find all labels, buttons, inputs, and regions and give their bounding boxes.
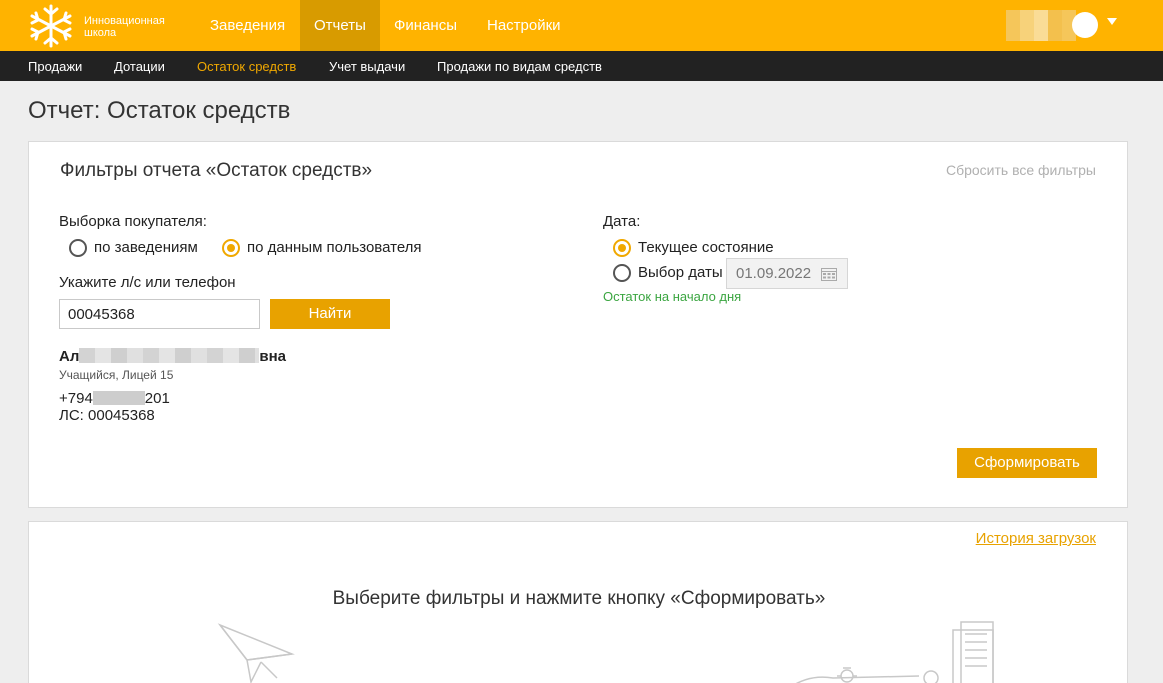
find-button[interactable]: Найти (270, 299, 390, 329)
nav-settings[interactable]: Настройки (473, 0, 575, 51)
radio-by-establishments-label[interactable]: по заведениям (94, 239, 198, 256)
subnav-issue-accounting[interactable]: Учет выдачи (329, 51, 405, 81)
empty-state-message: Выберите фильтры и нажмите кнопку «Сформ… (332, 588, 826, 609)
filters-panel: Фильтры отчета «Остаток средств» Сбросит… (28, 141, 1128, 508)
radio-by-user-data[interactable] (222, 239, 240, 257)
date-label: Дата: (603, 213, 641, 230)
reset-filters-link[interactable]: Сбросить все фильтры (946, 162, 1096, 178)
reports-subnav: Продажи Дотации Остаток средств Учет выд… (0, 51, 1163, 81)
buyer-selection-label: Выборка покупателя: (59, 213, 207, 230)
radio-select-date-label[interactable]: Выбор даты (638, 264, 723, 281)
user-name-start: Ал (59, 348, 80, 365)
radio-current-state[interactable] (613, 239, 631, 257)
nav-reports[interactable]: Отчеты (300, 0, 380, 51)
subnav-sales[interactable]: Продажи (28, 51, 82, 81)
phone-redacted (92, 391, 145, 405)
user-avatar[interactable] (1072, 12, 1098, 38)
phone-end: 201 (144, 390, 170, 407)
date-picker[interactable]: 01.09.2022 (726, 258, 848, 289)
logo-text[interactable]: Инновационная школа (84, 15, 165, 39)
results-panel: История загрузок Выберите фильтры и нажм… (28, 521, 1128, 683)
subnav-subsidies[interactable]: Дотации (114, 51, 165, 81)
radio-by-establishments[interactable] (69, 239, 87, 257)
user-name-redacted[interactable] (1006, 10, 1076, 41)
subnav-balance[interactable]: Остаток средств (197, 51, 296, 81)
user-phone: +794 201 (59, 390, 170, 407)
logo-line-2: школа (84, 27, 117, 39)
date-hint: Остаток на начало дня (603, 289, 742, 304)
radio-by-user-data-label[interactable]: по данным пользователя (247, 239, 422, 256)
page-title: Отчет: Остаток средств (28, 97, 291, 124)
user-subtitle: Учащийся, Лицей 15 (59, 368, 174, 382)
logo-line-1: Инновационная (84, 15, 165, 27)
subnav-sales-by-type[interactable]: Продажи по видам средств (437, 51, 602, 81)
snowflake-logo-icon[interactable] (26, 2, 76, 50)
nav-establishments[interactable]: Заведения (196, 0, 299, 51)
chevron-down-icon[interactable] (1107, 18, 1117, 25)
documents-gears-icon (795, 621, 994, 683)
upload-history-link[interactable]: История загрузок (976, 530, 1096, 547)
top-navbar: Инновационная школа Заведения Отчеты Фин… (0, 0, 1163, 51)
paper-plane-icon (217, 623, 295, 683)
user-account: ЛС: 00045368 (59, 407, 155, 424)
radio-select-date[interactable] (613, 264, 631, 282)
search-label: Укажите л/с или телефон (59, 274, 236, 291)
filters-title: Фильтры отчета «Остаток средств» (60, 160, 373, 181)
user-name-end: вна (259, 348, 286, 365)
name-redacted (79, 348, 260, 363)
account-phone-input[interactable] (59, 299, 260, 329)
date-value: 01.09.2022 (736, 265, 812, 282)
radio-current-state-label[interactable]: Текущее состояние (638, 239, 774, 256)
user-full-name: Ал вна (59, 348, 286, 365)
generate-report-button[interactable]: Сформировать (957, 448, 1097, 478)
nav-finances[interactable]: Финансы (380, 0, 471, 51)
calendar-icon (821, 268, 837, 281)
phone-start: +794 (59, 390, 93, 407)
